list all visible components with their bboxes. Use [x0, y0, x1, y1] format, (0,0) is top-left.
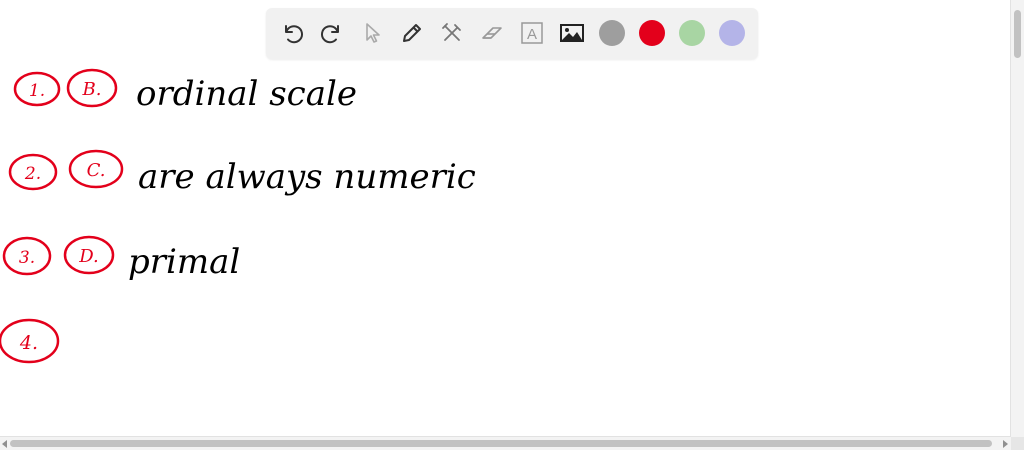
scroll-right-arrow-icon[interactable] [1003, 440, 1008, 448]
horizontal-scrollbar-thumb[interactable] [10, 440, 992, 447]
note-line-2: 2. C. are always numeric [8, 149, 476, 197]
answer-choice: D. [78, 246, 99, 267]
answer-choice: B. [82, 79, 102, 100]
vertical-scrollbar-thumb[interactable] [1014, 10, 1021, 58]
question-number: 3. [19, 248, 35, 268]
question-number: 2. [24, 164, 41, 184]
answer-text: primal [128, 242, 240, 282]
note-line-4: 4. [0, 318, 60, 364]
answer-choice: C. [87, 160, 106, 181]
scrollbar-corner [1011, 437, 1024, 450]
vertical-scrollbar[interactable] [1010, 0, 1024, 437]
question-number: 4. [19, 332, 38, 354]
answer-text: are always numeric [138, 157, 476, 197]
note-line-3: 3. D. primal [2, 235, 240, 282]
answer-text: ordinal scale [136, 74, 357, 114]
scroll-left-arrow-icon[interactable] [2, 440, 7, 448]
note-line-1: 1. B. ordinal scale [13, 68, 357, 114]
question-number: 1. [29, 81, 45, 101]
horizontal-scrollbar[interactable] [0, 436, 1011, 450]
whiteboard-canvas[interactable]: 1. B. ordinal scale 2. C. are always num… [0, 0, 1024, 450]
